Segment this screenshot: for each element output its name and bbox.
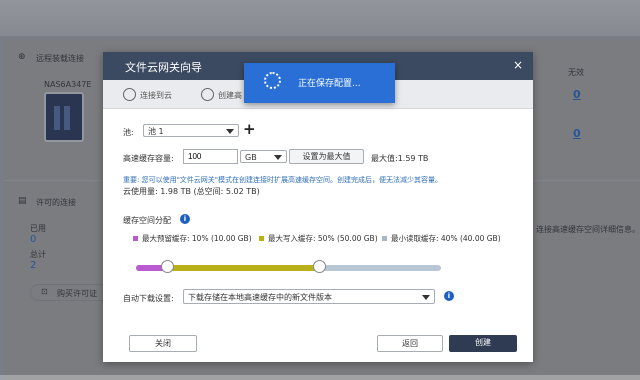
unit-select-value: GB	[245, 153, 257, 162]
info-icon[interactable]: i	[180, 214, 190, 224]
pool-select-value: 池 1	[148, 127, 164, 136]
chevron-down-icon	[274, 155, 282, 160]
step-connect-cloud: 连接到云	[123, 88, 172, 101]
wizard-title: 文件云网关向导	[125, 61, 202, 74]
pool-label: 池:	[123, 128, 134, 137]
reserved-swatch	[133, 236, 138, 241]
legend-read: 最小读取缓存: 40% (40.00 GB)	[382, 233, 501, 244]
important-note: 重要: 您可以使用"文件云网关"模式在创建连接时扩展高速缓存空间。创建完成后，便…	[123, 176, 443, 184]
auto-download-select[interactable]: 下载存储在本地高速缓存中的新文件版本	[183, 289, 435, 304]
cache-allocation-slider[interactable]	[136, 260, 441, 273]
set-max-button[interactable]: 设置为最大值	[289, 149, 364, 164]
close-icon[interactable]: ×	[513, 58, 523, 72]
cache-allocation-label: 缓存空间分配	[123, 216, 171, 225]
saving-toast-text: 正在保存配置...	[298, 79, 361, 89]
cache-capacity-input[interactable]	[183, 149, 238, 164]
step-connect-cloud-label: 连接到云	[140, 91, 172, 100]
close-button[interactable]: 关闭	[129, 335, 197, 352]
legend-write: 最大写入缓存: 50% (50.00 GB)	[259, 233, 378, 244]
cloud-usage-text: 云使用量: 1.98 TB (总空间: 5.02 TB)	[123, 187, 260, 196]
slider-handle-write[interactable]	[313, 260, 326, 273]
loading-spinner-icon	[264, 72, 281, 89]
info-icon[interactable]: i	[444, 291, 454, 301]
slider-handle-reserved[interactable]	[160, 260, 174, 273]
back-button[interactable]: 返回	[377, 335, 443, 352]
cache-capacity-label: 高速缓存容量:	[123, 154, 174, 163]
chevron-down-icon	[226, 129, 234, 134]
write-swatch	[259, 236, 264, 241]
read-swatch	[382, 236, 387, 241]
legend-reserved-text: 最大预留缓存: 10% (10.00 GB)	[142, 234, 252, 243]
unit-select[interactable]: GB	[240, 150, 287, 163]
chevron-down-icon	[422, 295, 430, 300]
saving-toast: 正在保存配置...	[244, 63, 395, 103]
max-size-text: 最大值:1.59 TB	[371, 154, 429, 163]
pool-select[interactable]: 池 1	[143, 124, 239, 137]
cache-step-icon	[201, 88, 214, 101]
auto-download-label: 自动下载设置:	[123, 294, 174, 303]
add-pool-icon[interactable]: +	[243, 120, 256, 138]
create-button[interactable]: 创建	[449, 335, 517, 352]
legend-write-text: 最大写入缓存: 50% (50.00 GB)	[268, 234, 378, 243]
step-create-cache-label: 创建高	[218, 91, 242, 100]
step-create-cache: 创建高	[201, 88, 242, 101]
auto-download-value: 下载存储在本地高速缓存中的新文件版本	[188, 293, 332, 302]
legend-read-text: 最小读取缓存: 40% (40.00 GB)	[391, 234, 501, 243]
legend-reserved: 最大预留缓存: 10% (10.00 GB)	[133, 233, 252, 244]
slider-write-segment	[166, 265, 319, 271]
cloud-step-icon	[123, 88, 136, 101]
